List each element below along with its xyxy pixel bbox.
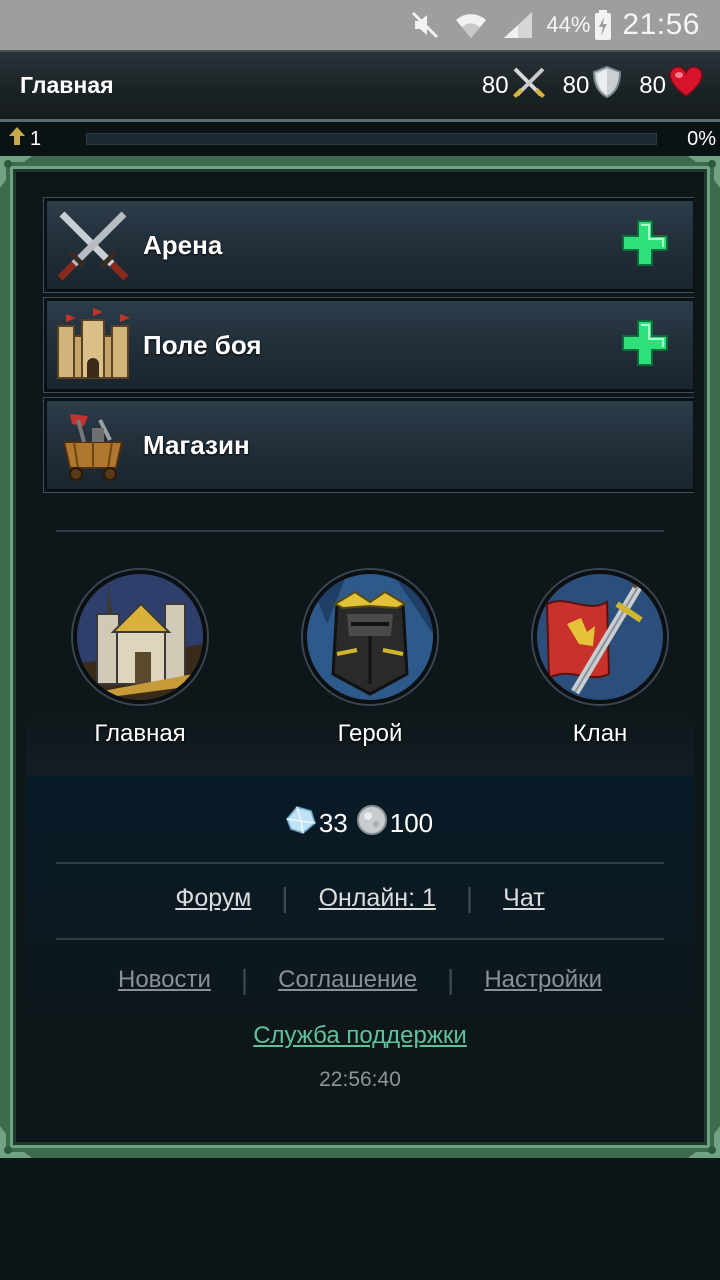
settings-link[interactable]: Настройки [484, 966, 602, 994]
content-panel: Арена Поле боя Магазин Главная Герой Кла… [26, 182, 694, 1132]
shield-icon [589, 65, 623, 106]
clan-flag-sword-icon [533, 570, 667, 704]
separator: | [447, 964, 455, 995]
health-value: 80 [639, 71, 666, 99]
defense-value: 80 [562, 71, 590, 99]
attack-stat: 80 [482, 65, 547, 106]
chat-link[interactable]: Чат [503, 884, 544, 913]
separator: | [465, 882, 474, 913]
xp-progress-track [86, 133, 658, 145]
diamond-icon [285, 805, 317, 842]
server-time: 22:56:40 [319, 1068, 401, 1091]
separator: | [240, 964, 249, 995]
crossed-swords-stat-icon [509, 65, 547, 106]
agreement-link[interactable]: Соглашение [278, 966, 417, 994]
status-bar: 44% 21:56 [0, 0, 720, 50]
support-row: Служба поддержки [26, 1022, 694, 1050]
separator: | [281, 882, 289, 913]
plus-icon [619, 317, 671, 374]
shop-label: Магазин [143, 429, 250, 460]
support-link[interactable]: Служба поддержки [253, 1022, 467, 1049]
silver-coin-icon [356, 804, 388, 843]
xp-percent: 0% [687, 127, 716, 150]
community-links: Форум | Онлайн: 1 | Чат [26, 882, 694, 914]
wifi-icon [454, 10, 488, 40]
shop-cart-icon [53, 405, 133, 485]
main-frame: Арена Поле боя Магазин Главная Герой Кла… [0, 156, 720, 1158]
battlefield-button[interactable]: Поле боя [44, 298, 694, 392]
shop-button[interactable]: Магазин [44, 398, 694, 492]
health-stat: 80 [639, 66, 704, 105]
level-indicator: 1 [8, 126, 86, 152]
arena-button[interactable]: Арена [44, 198, 694, 292]
page-title: Главная [20, 72, 114, 98]
mute-icon [410, 10, 440, 40]
nav-home-label: Главная [94, 720, 186, 747]
battery-charging-icon [594, 10, 612, 40]
nav-clan[interactable]: Клан [510, 570, 690, 748]
knight-helmet-icon [303, 570, 437, 704]
battery-percent: 44% [546, 12, 591, 37]
forum-link[interactable]: Форум [175, 884, 251, 913]
status-clock: 21:56 [622, 8, 700, 41]
castle-icon [53, 305, 133, 385]
crossed-swords-icon [53, 205, 133, 285]
news-link[interactable]: Новости [118, 966, 211, 994]
silver-count: 100 [389, 808, 434, 838]
attack-value: 80 [481, 71, 509, 99]
divider [56, 862, 664, 864]
divider [56, 530, 664, 532]
arena-label: Арена [143, 229, 223, 260]
level-value: 1 [30, 127, 42, 150]
diamond-count: 33 [318, 808, 348, 838]
castle-emblem-icon [73, 570, 207, 704]
currency-display: 33 100 [26, 804, 694, 843]
top-header: Главная 80 80 80 [0, 50, 720, 122]
experience-bar: 1 0% [0, 122, 720, 156]
divider [56, 938, 664, 940]
online-link[interactable]: Онлайн: 1 [319, 884, 436, 913]
bottom-blank-area [0, 1158, 720, 1280]
defense-stat: 80 [563, 65, 624, 106]
info-links: Новости | Соглашение | Настройки [26, 964, 694, 996]
battlefield-label: Поле боя [143, 329, 262, 360]
level-up-arrow-icon [8, 126, 26, 152]
heart-icon [666, 66, 704, 105]
nav-hero-label: Герой [337, 720, 403, 747]
signal-icon [502, 10, 534, 40]
nav-hero[interactable]: Герой [280, 570, 460, 748]
plus-icon [619, 217, 671, 274]
nav-home[interactable]: Главная [50, 570, 230, 748]
nav-clan-label: Клан [572, 720, 628, 747]
